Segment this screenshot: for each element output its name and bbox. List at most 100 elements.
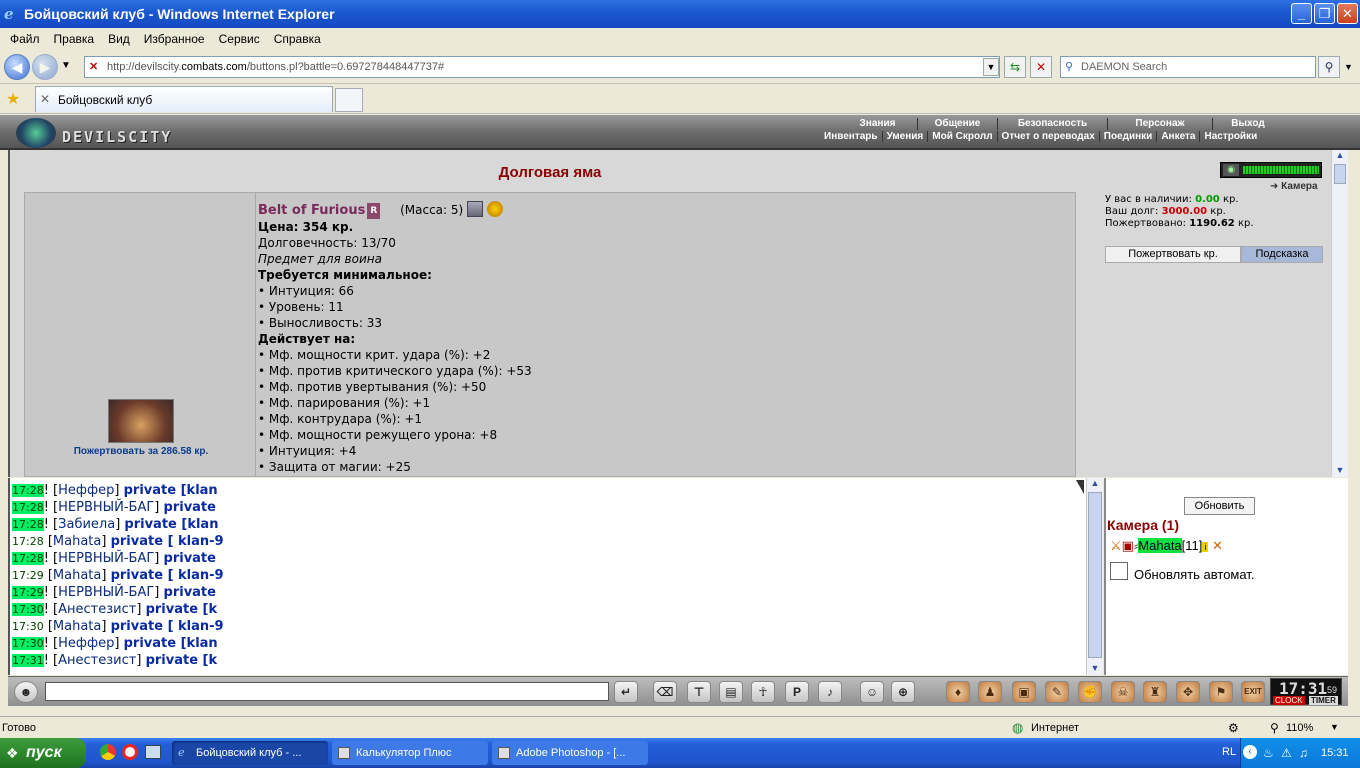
chest-icon[interactable]: ▣ [1012, 681, 1036, 703]
minimize-button[interactable]: _ [1291, 3, 1312, 24]
nav-knowledge[interactable]: Знания [838, 118, 918, 130]
nav-transfer-report[interactable]: Отчет о переводах [998, 131, 1100, 142]
tab-fight-club[interactable]: ✕ Бойцовский клуб [35, 86, 333, 112]
trade-icon[interactable]: ⊕ [891, 681, 915, 703]
chat-user[interactable]: Mahata [53, 568, 101, 583]
nav-my-scroll[interactable]: Мой Скролл [928, 131, 998, 142]
bottle-icon[interactable]: ♦ [946, 681, 970, 703]
menu-help[interactable]: Справка [267, 32, 328, 46]
scroll-up-icon[interactable]: ▲ [1087, 478, 1103, 488]
tray-clock[interactable]: 15:31 [1321, 738, 1349, 768]
nav-inventory[interactable]: Инвентарь [820, 131, 883, 142]
hint-button[interactable]: Подсказка [1241, 246, 1323, 263]
chat-user[interactable]: Неффер [58, 483, 114, 498]
chat-mode-icon[interactable]: ☻ [14, 681, 38, 703]
search-input[interactable]: ⚲ DAEMON Search [1060, 56, 1316, 78]
language-indicator[interactable]: RL [1222, 746, 1236, 758]
zoom-level[interactable]: 110% [1286, 722, 1313, 734]
nav-settings[interactable]: Настройки [1200, 131, 1261, 142]
close-button[interactable]: ✕ [1337, 3, 1358, 24]
scroll-down-icon[interactable]: ▼ [1087, 663, 1103, 673]
forward-arrow-icon[interactable]: ▶ [32, 54, 58, 80]
opera-icon[interactable] [122, 744, 138, 760]
item-name[interactable]: Belt of Furious [258, 203, 365, 218]
cup-icon[interactable]: ♜ [1143, 681, 1167, 703]
task-fight-club[interactable]: e Бойцовский клуб - ... [172, 741, 328, 765]
menu-favorites[interactable]: Избранное [137, 32, 212, 46]
tray-expand-icon[interactable]: ‹ [1243, 745, 1257, 759]
back-arrow-icon[interactable]: ◀ [4, 54, 30, 80]
send-icon[interactable]: ↵ [614, 681, 638, 703]
timer-label[interactable]: TIMER [1309, 696, 1338, 705]
paw-icon[interactable]: ✥ [1176, 681, 1200, 703]
chat-user[interactable]: Неффер [58, 636, 114, 651]
tray-safety-icon[interactable]: ⚠ [1281, 738, 1292, 768]
chat-input[interactable] [45, 682, 609, 701]
menu-tools[interactable]: Сервис [212, 32, 267, 46]
chat-user[interactable]: Mahata [53, 619, 101, 634]
smiles-icon[interactable]: ☺ [860, 681, 884, 703]
chat-user[interactable]: Анестезист [58, 653, 136, 668]
user-name[interactable]: Mahata [1138, 538, 1182, 553]
auto-refresh-checkbox[interactable] [1110, 562, 1128, 580]
scroll-down-icon[interactable]: ▼ [1332, 465, 1348, 475]
stop-icon[interactable]: ✕ [1030, 56, 1052, 78]
belt-item-icon[interactable] [108, 399, 174, 443]
attack-icon[interactable]: ✕ [1212, 538, 1223, 553]
chat-user[interactable]: НЕРВНЫЙ-БАГ [58, 500, 154, 515]
nav-character[interactable]: Персонаж [1108, 118, 1213, 130]
history-dropdown-icon[interactable]: ▼ [61, 60, 71, 71]
clan-icon[interactable]: ▣ [1122, 538, 1134, 553]
start-button[interactable]: ❖ пуск [0, 738, 86, 768]
chat-user[interactable]: Анестезист [58, 602, 136, 617]
hero-icon[interactable]: ♟ [978, 681, 1002, 703]
scroll-thumb[interactable] [1088, 492, 1102, 658]
refresh-button[interactable]: Обновить [1184, 497, 1255, 515]
battle-icon[interactable]: ⚔ [1110, 538, 1122, 553]
chat-user[interactable]: НЕРВНЫЙ-БАГ [58, 585, 154, 600]
tray-volume-icon[interactable]: ♫ [1299, 738, 1308, 768]
scroll-up-icon[interactable]: ▲ [1332, 150, 1348, 160]
desktop-icon[interactable] [145, 745, 161, 759]
nav-communication[interactable]: Общение [918, 118, 998, 130]
chat-user[interactable]: НЕРВНЫЙ-БАГ [58, 551, 154, 566]
maximize-button[interactable]: ❐ [1314, 3, 1335, 24]
tray-app-icon[interactable]: ♨ [1263, 738, 1274, 768]
scroll-thumb[interactable] [1334, 164, 1346, 184]
filter-icon[interactable]: ⊤ [687, 681, 711, 703]
address-input[interactable]: ✕ http://devilscity.combats.com/buttons.… [84, 56, 1000, 78]
search-go-icon[interactable]: ⚲ [1318, 56, 1340, 78]
main-scrollbar[interactable]: ▲ ▼ [1331, 150, 1348, 477]
clear-icon[interactable]: ⌫ [653, 681, 677, 703]
menu-view[interactable]: Вид [101, 32, 137, 46]
donate-item-link[interactable]: Пожертвовать за 286.58 кр. [25, 446, 257, 457]
nav-skills[interactable]: Умения [883, 131, 929, 142]
user-info-icon[interactable]: i [1202, 542, 1209, 552]
zoom-icon[interactable]: ⚲ [1270, 721, 1279, 735]
menu-edit[interactable]: Правка [47, 32, 102, 46]
refresh-icon[interactable]: ⇆ [1004, 56, 1026, 78]
donate-button[interactable]: Пожертвовать кр. [1105, 246, 1241, 263]
exit-icon[interactable]: EXIT [1241, 681, 1265, 703]
protected-mode-icon[interactable]: ⚙ [1228, 721, 1239, 735]
chat-user[interactable]: Забиела [58, 517, 115, 532]
chat-scrollbar[interactable]: ▲ ▼ [1086, 478, 1103, 675]
scroll-icon[interactable]: ✎ [1045, 681, 1069, 703]
nav-profile[interactable]: Анкета [1157, 131, 1201, 142]
fist-icon[interactable]: ✊ [1078, 681, 1102, 703]
private-icon[interactable]: P [785, 681, 809, 703]
zoom-dropdown-icon[interactable]: ▼ [1330, 722, 1339, 732]
nav-security[interactable]: Безопасность [998, 118, 1108, 130]
skull-icon[interactable]: ☠ [1111, 681, 1135, 703]
flag-icon[interactable]: ⚑ [1209, 681, 1233, 703]
chrome-icon[interactable] [100, 744, 116, 760]
task-photoshop[interactable]: Adobe Photoshop - [... [492, 741, 648, 765]
menu-file[interactable]: Файл [3, 32, 47, 46]
save-log-icon[interactable]: ▤ [719, 681, 743, 703]
address-dropdown-icon[interactable]: ▼ [983, 58, 999, 76]
clock-label[interactable]: CLOCK [1273, 696, 1305, 705]
chat-user[interactable]: Mahata [53, 534, 101, 549]
run-icon[interactable]: ☥ [751, 681, 775, 703]
nav-duels[interactable]: Поединки [1100, 131, 1158, 142]
nav-exit[interactable]: Выход [1213, 118, 1283, 130]
